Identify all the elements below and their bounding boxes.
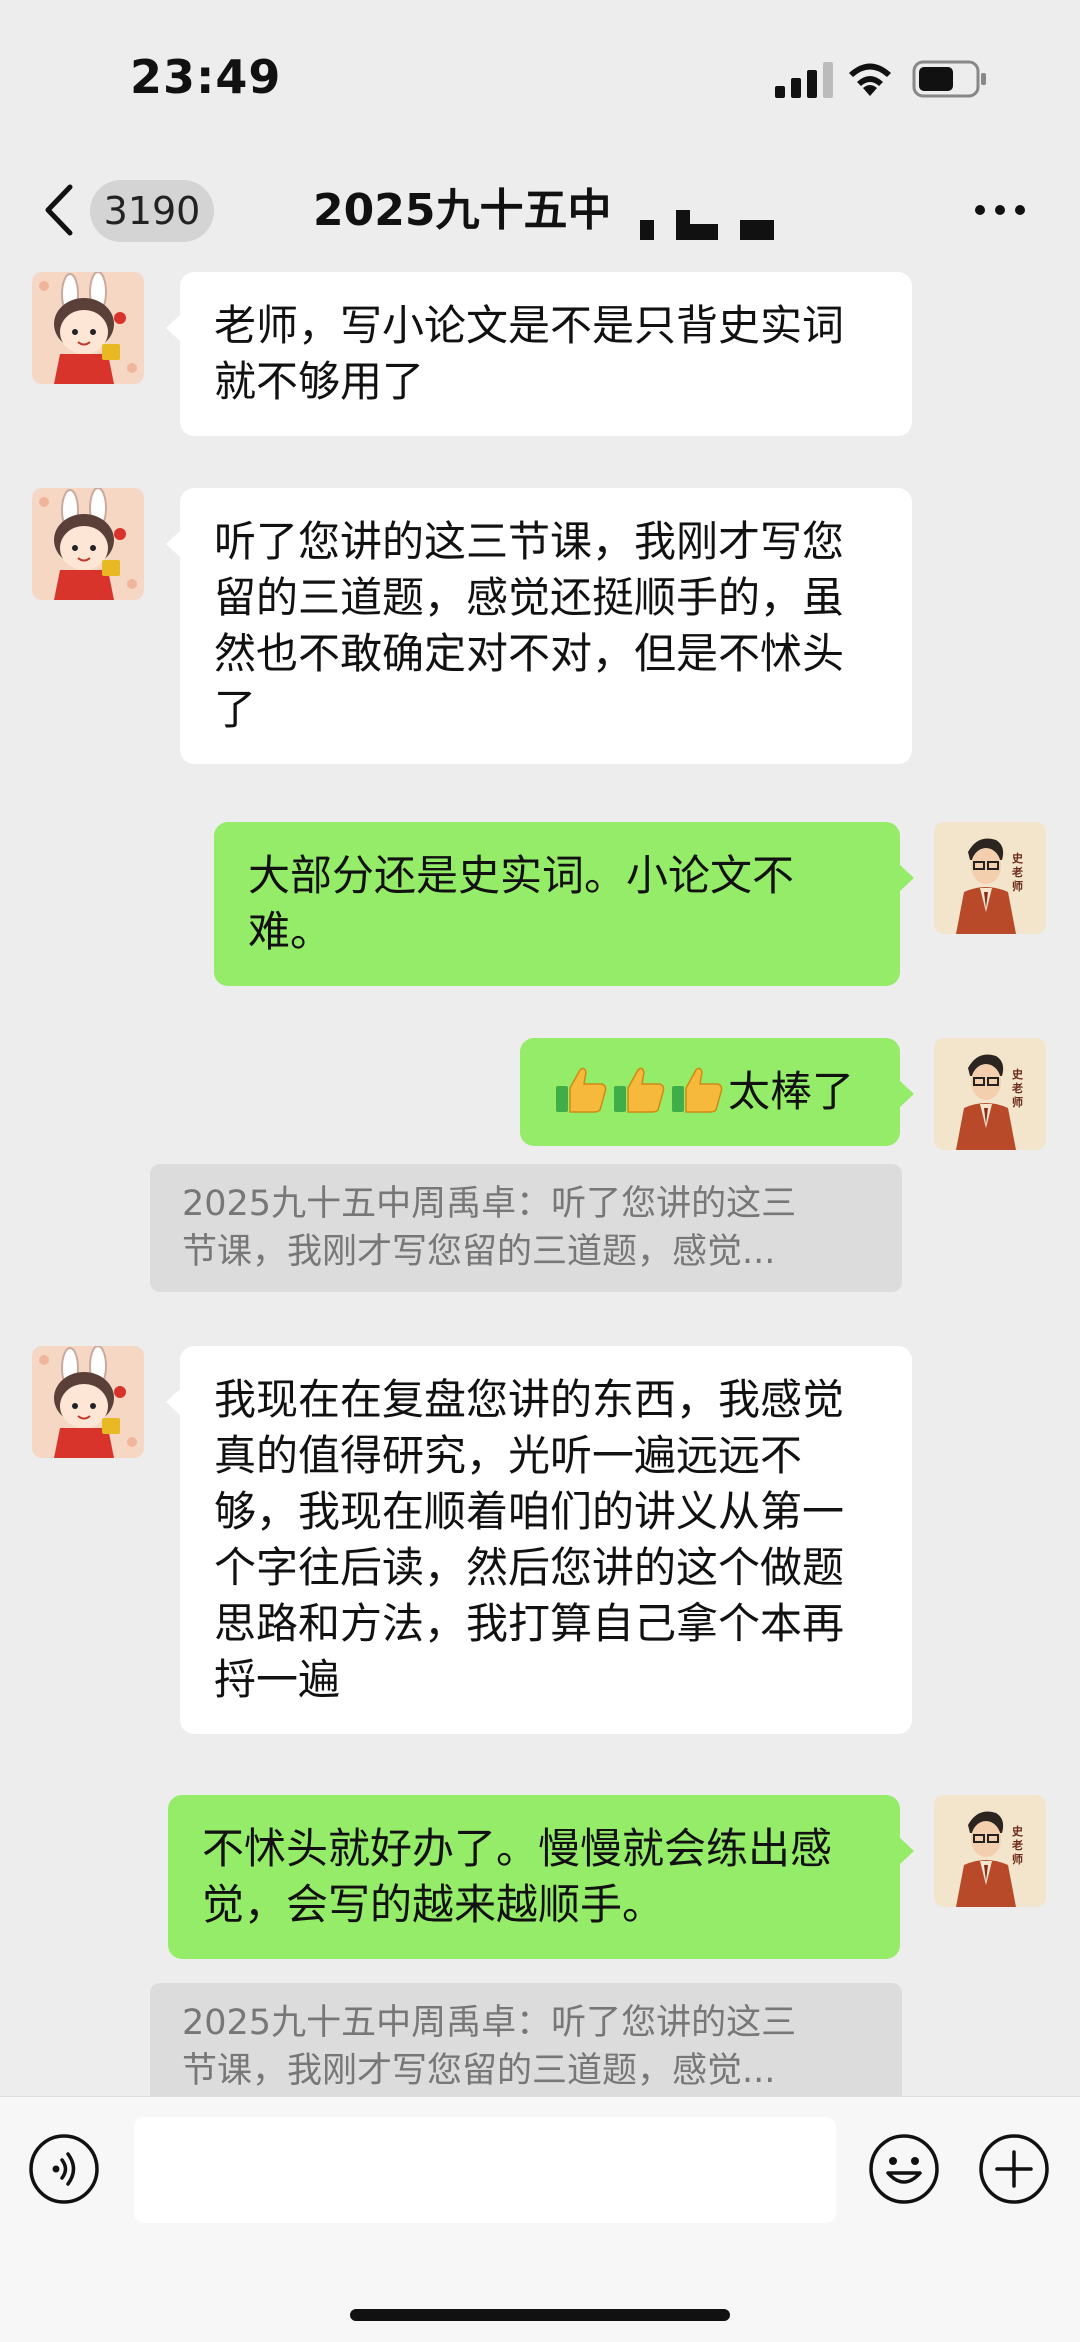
status-bar: 23:49 bbox=[0, 0, 1080, 150]
add-attachment-icon[interactable] bbox=[978, 2133, 1050, 2205]
student-avatar[interactable] bbox=[32, 272, 144, 384]
quote-line: 2025九十五中周禹卓：听了您讲的这三 bbox=[182, 2003, 797, 2043]
message-bubble-incoming[interactable]: 我现在在复盘您讲的东西，我感觉真的值得研究，光听一遍远远不够，我现在顺着咱们的讲… bbox=[166, 1346, 912, 1734]
unread-count-badge[interactable]: 3190 bbox=[90, 180, 214, 242]
more-options-icon[interactable] bbox=[970, 190, 1030, 230]
emoji-icon[interactable] bbox=[868, 2133, 940, 2205]
quote-line: 节课，我刚才写您留的三道题，感觉... bbox=[182, 2051, 776, 2091]
quoted-reply[interactable]: 2025九十五中周禹卓：听了您讲的这三 节课，我刚才写您留的三道题，感觉... bbox=[150, 1983, 902, 2111]
quoted-reply[interactable]: 2025九十五中周禹卓：听了您讲的这三 节课，我刚才写您留的三道题，感觉... bbox=[150, 1164, 902, 1292]
quote-line: 节课，我刚才写您留的三道题，感觉... bbox=[182, 1232, 776, 1272]
message-input[interactable] bbox=[134, 2117, 836, 2223]
wifi-icon bbox=[849, 63, 891, 96]
battery-icon bbox=[912, 60, 986, 98]
back-arrow-icon[interactable] bbox=[42, 183, 76, 237]
thumbs-up-icon bbox=[612, 1064, 666, 1114]
message-bubble-outgoing[interactable]: 大部分还是史实词。小论文不难。 bbox=[214, 822, 914, 986]
thumbs-up-icon bbox=[554, 1064, 608, 1114]
voice-input-icon[interactable] bbox=[28, 2133, 100, 2205]
teacher-avatar[interactable] bbox=[934, 1038, 1046, 1150]
redacted-name-mark bbox=[640, 210, 774, 240]
message-bubble-incoming[interactable]: 老师，写小论文是不是只背史实词就不够用了 bbox=[166, 272, 912, 436]
quote-line: 2025九十五中周禹卓：听了您讲的这三 bbox=[182, 1184, 797, 1224]
home-indicator bbox=[350, 2309, 730, 2321]
message-bubble-incoming[interactable]: 听了您讲的这三节课，我刚才写您留的三道题，感觉还挺顺手的，虽然也不敢确定对不对，… bbox=[166, 488, 912, 764]
chat-title[interactable]: 2025九十五中 bbox=[313, 178, 611, 244]
teacher-avatar[interactable] bbox=[934, 822, 1046, 934]
teacher-avatar[interactable] bbox=[934, 1795, 1046, 1907]
thumbs-up-icon bbox=[670, 1064, 724, 1114]
student-avatar[interactable] bbox=[32, 488, 144, 600]
message-bubble-outgoing[interactable]: 太棒了 bbox=[520, 1038, 914, 1146]
student-avatar[interactable] bbox=[32, 1346, 144, 1458]
message-text: 太棒了 bbox=[728, 1067, 855, 1116]
chat-header: 3190 2025九十五中 bbox=[0, 150, 1080, 270]
message-bubble-outgoing[interactable]: 不怵头就好办了。慢慢就会练出感觉，会写的越来越顺手。 bbox=[168, 1795, 914, 1959]
message-input-bar bbox=[0, 2096, 1080, 2342]
cellular-signal-icon bbox=[775, 62, 833, 98]
status-time: 23:49 bbox=[130, 50, 282, 104]
